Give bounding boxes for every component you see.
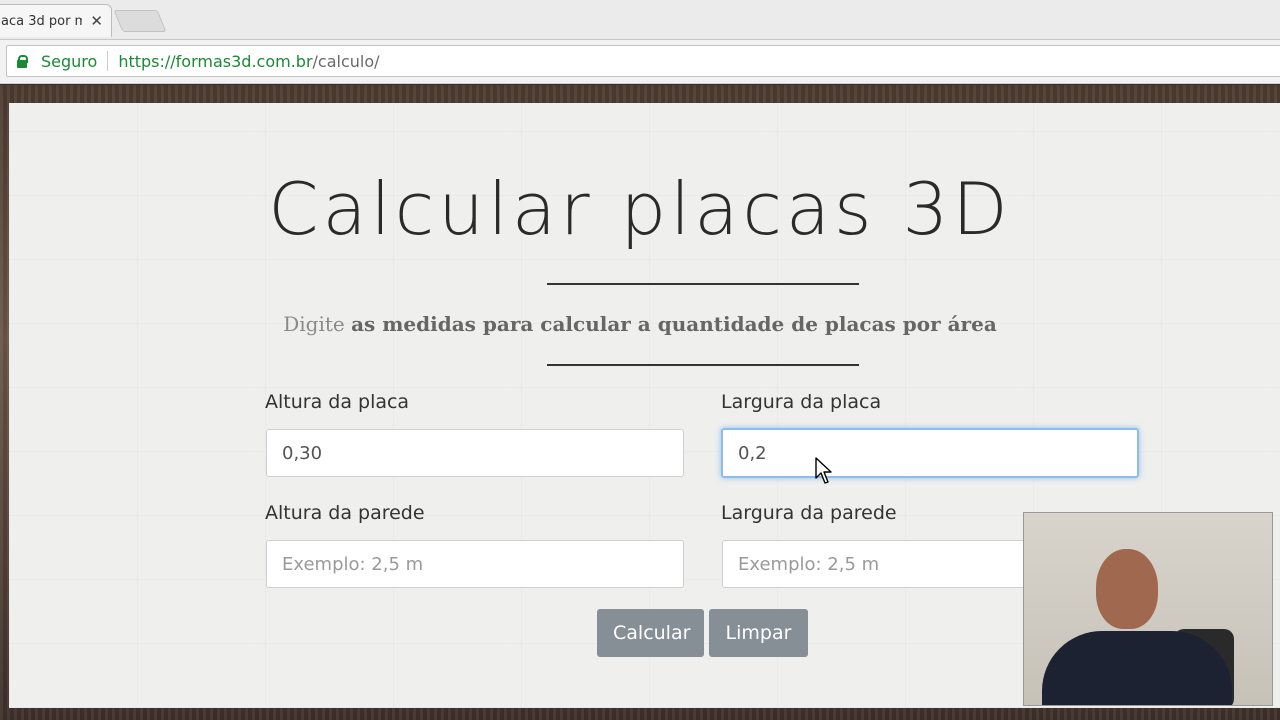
altura-placa-label: Altura da placa xyxy=(265,391,410,413)
divider-bottom xyxy=(547,364,859,366)
altura-placa-input[interactable] xyxy=(266,429,684,477)
largura-placa-input[interactable] xyxy=(721,428,1139,478)
url-host: https://formas3d.com.br xyxy=(118,51,313,71)
page-title: Calcular placas 3D xyxy=(268,167,1012,251)
new-tab-button[interactable] xyxy=(113,10,167,32)
url-path: /calculo/ xyxy=(312,51,380,71)
subtitle-bold: as medidas para calcular a quantidade de… xyxy=(351,312,997,336)
url-input[interactable]: Seguro https://formas3d.com.br/calculo/ xyxy=(6,45,1280,77)
altura-parede-input[interactable] xyxy=(266,540,684,588)
close-icon[interactable]: ✕ xyxy=(82,12,111,30)
separator xyxy=(107,51,109,71)
browser-tab[interactable]: aca 3d por m ✕ xyxy=(0,4,112,37)
largura-placa-label: Largura da placa xyxy=(721,391,882,413)
webcam-overlay xyxy=(1023,512,1273,706)
webcam-person-body xyxy=(1042,631,1232,705)
webcam-person-head xyxy=(1096,549,1158,629)
calcular-button[interactable]: Calcular xyxy=(597,609,704,657)
limpar-button[interactable]: Limpar xyxy=(709,609,808,657)
altura-parede-label: Altura da parede xyxy=(265,502,425,524)
tab-title: aca 3d por m xyxy=(1,13,83,29)
largura-parede-label: Largura da parede xyxy=(721,502,897,524)
address-bar: Seguro https://formas3d.com.br/calculo/ xyxy=(0,40,1280,84)
page-subtitle: Digite as medidas para calcular a quanti… xyxy=(0,312,1280,336)
lock-icon xyxy=(17,55,28,68)
divider-top xyxy=(547,283,859,285)
tab-strip: aca 3d por m ✕ xyxy=(0,0,1280,40)
secure-label: Seguro xyxy=(41,51,98,71)
subtitle-light: Digite xyxy=(283,312,345,336)
